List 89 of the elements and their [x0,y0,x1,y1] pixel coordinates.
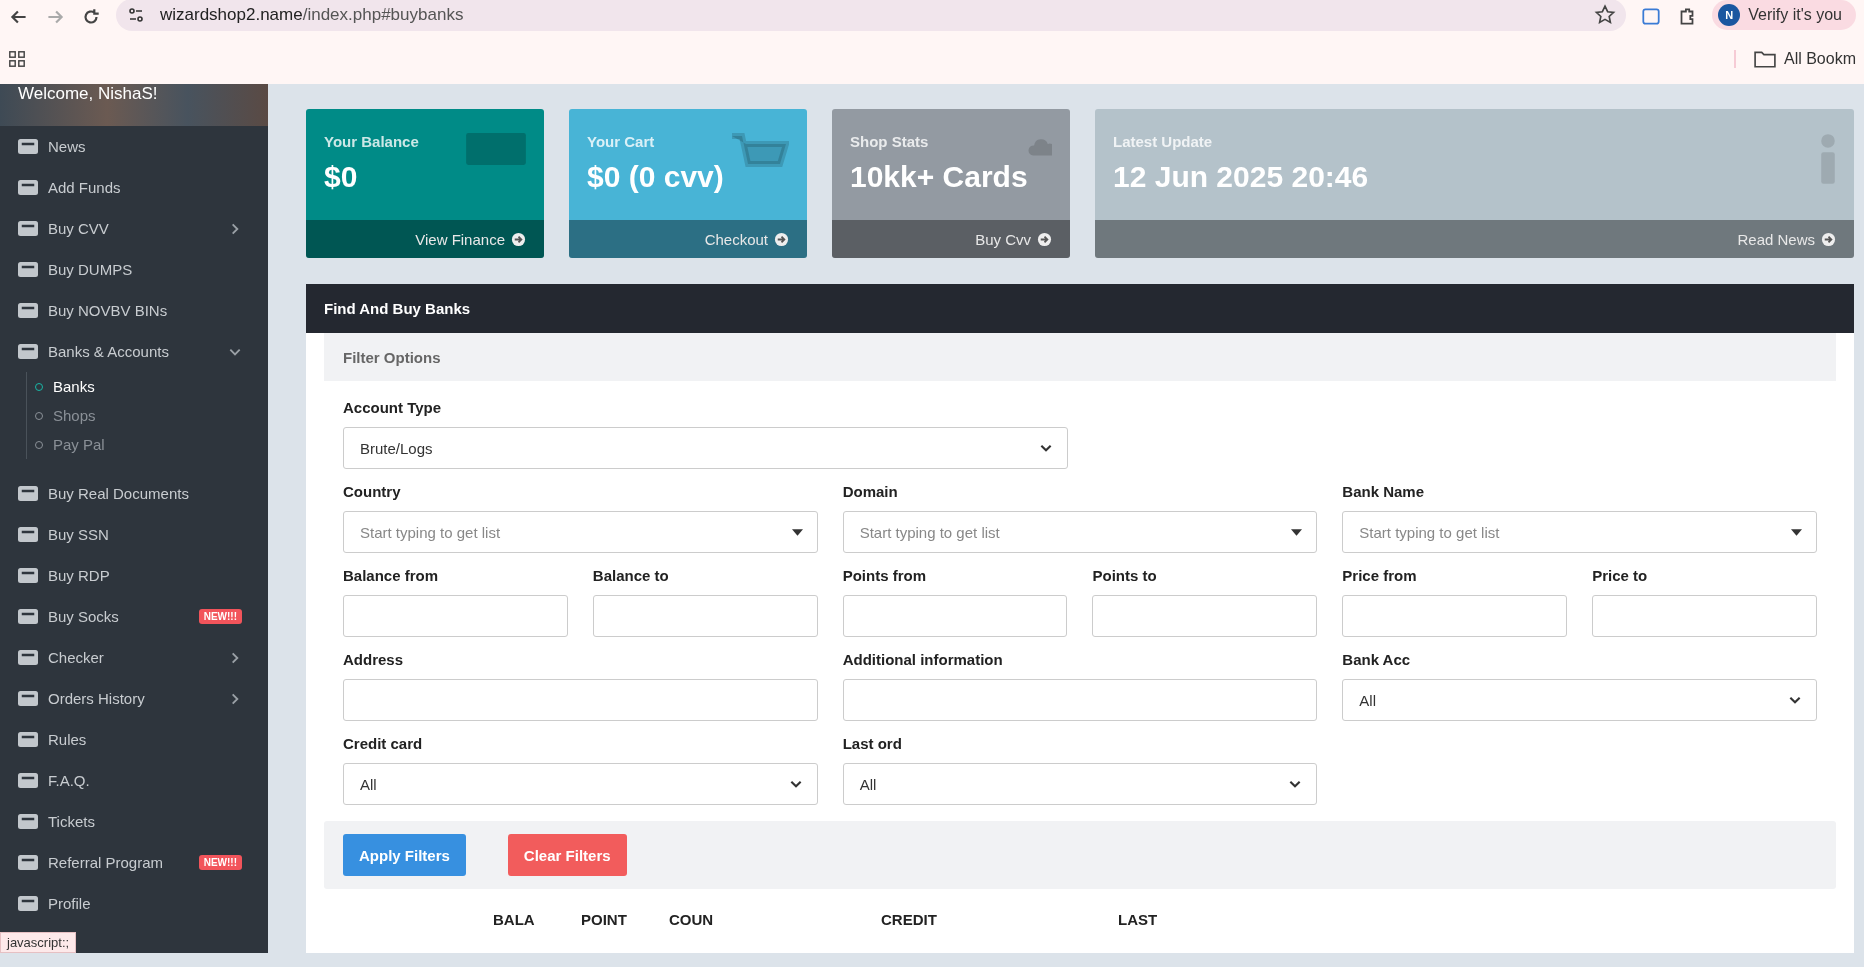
column-header: LAST [1118,911,1159,928]
card-link[interactable]: Buy Cvv [832,220,1070,258]
sidebar-item[interactable]: Buy RDP [0,555,268,596]
sidebar-item[interactable]: Tickets [0,801,268,842]
card-value: $0 [324,160,359,194]
combo-field[interactable]: Start typing to get list [1342,511,1817,553]
profile-button[interactable]: N Verify it's you [1712,0,1856,30]
input-field[interactable] [1592,595,1817,637]
card-title: Shop Stats [850,133,930,150]
caret-icon [1291,528,1303,536]
sidebar-item[interactable]: Buy DUMPS [0,249,268,290]
sidebar-item[interactable]: Buy NOVBV BINs [0,290,268,331]
filter-title: Filter Options [343,348,441,366]
card-value: 10kk+ Cards [850,160,1028,194]
caret-icon [791,528,803,536]
arrow-circle-icon [774,231,789,247]
card-value: 12 Jun 2025 20:46 [1113,160,1369,194]
panel-title: Find And Buy Banks [324,300,471,317]
field-label: Price to [1592,567,1649,584]
select-field[interactable]: All [1342,679,1817,721]
sidebar-item[interactable]: Banks & Accounts [0,331,268,372]
input-field[interactable] [592,595,818,637]
card-icon [18,262,38,277]
input-field[interactable] [842,595,1068,637]
apps-grid-icon[interactable] [8,49,26,68]
column-header: POINT [581,911,628,928]
card-title: Your Balance [324,133,419,150]
sidebar-item[interactable]: News [0,126,268,167]
select-field[interactable]: All [842,763,1318,805]
sidebar-item[interactable]: Buy Real Documents [0,473,268,514]
select-field[interactable]: Brute/Logs [343,427,1068,469]
sidebar-item[interactable]: Add Funds [0,167,268,208]
sidebar-item[interactable]: Buy CVV [0,208,268,249]
field-label: Additional information [842,651,1004,668]
card-title: Latest Update [1113,133,1214,150]
sidebar-item[interactable]: Buy Socks NEW!!! [0,596,268,637]
field-label: Last ord [842,735,903,752]
input-field[interactable] [1342,595,1568,637]
address-bar[interactable]: wizardshop2.name/index.php#buybanks [116,0,1627,31]
card-link[interactable]: View Finance [306,220,544,258]
card-value: $0 (0 cvv) [587,160,724,194]
new-badge: NEW!!! [198,609,242,624]
field-label: Balance from [343,567,440,584]
sidebar-item[interactable]: Orders History [0,678,268,719]
field-label: Price from [1342,567,1418,584]
field-label: Points to [1092,567,1158,584]
status-tooltip: javascript:; [0,932,77,953]
input-field[interactable] [343,595,568,637]
field-label: Address [343,651,405,668]
field-label: Balance to [592,567,670,584]
combo-field[interactable]: Start typing to get list [343,511,818,553]
field-label: Bank Acc [1342,651,1412,668]
folder-icon [1753,49,1776,68]
card-icon [18,221,38,236]
field-label: Credit card [343,735,424,752]
sidebar-item[interactable]: Rules [0,719,268,760]
sidebar-item[interactable]: F.A.Q. [0,760,268,801]
bookmark-folder[interactable]: All Bookm [1733,49,1856,68]
sidebar-item[interactable]: Referral Program NEW!!! [0,842,268,883]
card-title: Your Cart [587,133,656,150]
caret-icon [1791,528,1802,536]
welcome-text: Welcome, NishaS! [18,84,158,104]
input-field[interactable] [842,679,1318,721]
submenu-item[interactable]: Banks [26,372,268,401]
cart-icon [729,133,789,167]
field-label: Points from [842,567,927,584]
combo-field[interactable]: Start typing to get list [842,511,1318,553]
field-label: Account Type [343,399,443,416]
submenu-item[interactable]: Pay Pal [26,430,268,459]
field-label: Bank Name [1342,483,1426,500]
field-label: Domain [842,483,899,500]
column-header: CREDIT [881,911,938,928]
new-badge: NEW!!! [198,855,242,870]
card-link[interactable]: Read News [1095,220,1854,258]
sidebar-item[interactable]: Profile [0,883,268,924]
sidebar-item[interactable]: Checker [0,637,268,678]
select-field[interactable]: All [343,763,818,805]
card-link[interactable]: Checkout [569,220,807,258]
star-icon[interactable] [1594,3,1617,26]
arrow-circle-icon [1037,231,1052,247]
column-header: BALA [493,911,536,928]
arrow-circle-icon [511,231,526,247]
input-field[interactable] [343,679,818,721]
submenu-item[interactable]: Shops [26,401,268,430]
arrow-circle-icon [1821,231,1836,247]
field-label: Country [343,483,402,500]
sidebar-item[interactable]: Buy SSN [0,514,268,555]
column-header: COUN [669,911,715,928]
input-field[interactable] [1092,595,1318,637]
